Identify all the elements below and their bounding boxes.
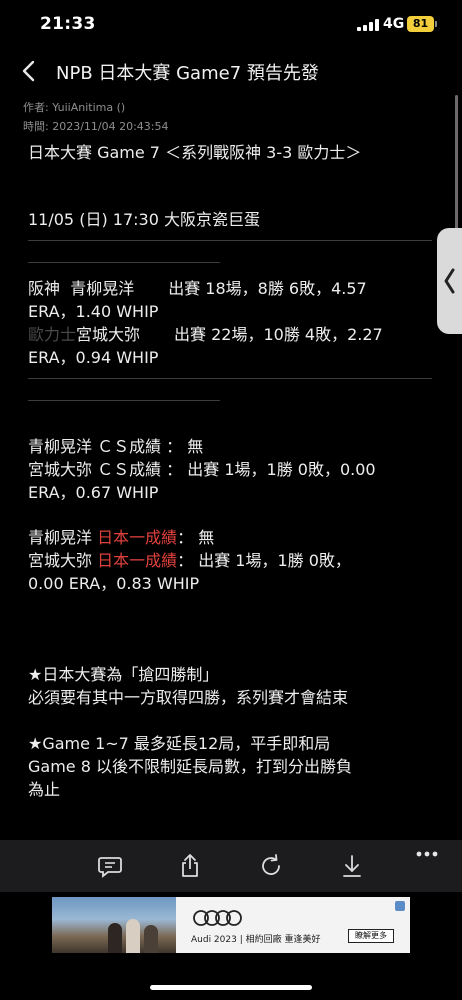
pitcher-stats: 出賽 22場，10勝 4敗，2.27 [174,325,383,344]
js-line-1: 青柳晃洋 日本一成績： 無 [28,528,214,548]
battery-icon: 81 [407,16,434,32]
more-icon [416,851,438,857]
ad-figure [144,925,158,953]
cs-line-3: ERA，0.67 WHIP [28,483,159,502]
japan-series-label: 日本一成績 [97,551,178,570]
scrollbar[interactable] [455,95,458,235]
chevron-left-icon [444,268,455,294]
nav-bar: NPB 日本大賽 Game7 預告先發 [0,50,462,92]
share-button[interactable] [176,852,204,880]
japan-series-value: ： 無 [177,528,215,547]
note-2-line-1: ★Game 1~7 最多延長12局，平手即和局 [28,734,331,753]
ad-banner[interactable]: Audi 2023 | 相約回廠 重逢美好 瞭解更多 [52,897,410,953]
orix-stats-cont: ERA，0.94 WHIP [28,348,159,367]
share-icon [182,854,198,877]
js-line-3: 0.00 ERA，0.83 WHIP [28,574,200,593]
ad-photo [52,897,176,953]
post-headline: 日本大賽 Game 7 ＜系列戰阪神 3-3 歐力士＞ [28,143,362,162]
status-time: 21:33 [40,14,96,34]
audi-logo-icon [193,910,242,926]
refresh-button[interactable] [257,852,285,880]
note-2-line-3: 為止 [28,780,61,799]
note-2-line-2: Game 8 以後不限制延長局數，打到分出勝負 [28,757,352,776]
status-bar: 21:33 4G 81 [0,0,462,50]
ad-figure [108,923,122,953]
comment-icon [98,857,122,878]
japan-series-value: ： 出賽 1場，1勝 0敗， [177,551,351,570]
pitcher-name: 青柳晃洋 [28,528,98,547]
bottom-toolbar [0,840,462,892]
battery-tip [435,21,437,27]
note-1-line-1: ★日本大賽為「搶四勝制」 [28,665,219,684]
refresh-icon [262,854,280,875]
divider [28,378,432,379]
ad-figure [126,919,140,953]
game-date-line: 11/05 (日) 17:30 大阪京瓷巨蛋 [28,210,260,229]
download-button[interactable] [338,852,366,880]
chevron-left-icon [22,60,35,82]
post-author: 作者: YuiiAnitima () [23,101,126,114]
team-name-orix: 歐力士 [28,325,77,344]
network-type: 4G [383,16,405,32]
ad-info-icon[interactable] [395,901,405,911]
divider [28,240,432,241]
comment-button[interactable] [96,852,124,880]
pitcher-name: 宮城大弥 [28,551,98,570]
article-content[interactable]: 作者: YuiiAnitima () 時間: 2023/11/04 20:43:… [0,92,462,840]
side-panel-tab[interactable] [437,228,462,334]
note-1-line-2: 必須要有其中一方取得四勝，系列賽才會結束 [28,688,349,707]
japan-series-label: 日本一成績 [97,528,178,547]
orix-starter: 歐力士宮城大弥 出賽 22場，10勝 4敗，2.27 [28,325,383,345]
page-title: NPB 日本大賽 Game7 預告先發 [56,63,319,84]
more-button[interactable] [413,842,441,870]
pitcher-stats: 出賽 18場，8勝 6敗，4.57 [168,279,367,298]
divider [28,400,220,401]
ad-brand-text: Audi 2023 | 相約回廠 重逢美好 [191,935,321,945]
cs-line-2: 宮城大弥 ＣＳ成績 ： 出賽 1場，1勝 0敗，0.00 [28,460,376,479]
post-time: 時間: 2023/11/04 20:43:54 [23,120,169,133]
js-line-2: 宮城大弥 日本一成績： 出賽 1場，1勝 0敗， [28,551,351,571]
back-button[interactable] [14,55,46,87]
divider [28,262,220,263]
cs-line-1: 青柳晃洋 ＣＳ成績 ： 無 [28,437,204,456]
hanshin-stats-cont: ERA，1.40 WHIP [28,302,159,321]
hanshin-starter: 阪神 青柳晃洋 出賽 18場，8勝 6敗，4.57 [28,279,367,299]
pitcher-name: 宮城大弥 [76,325,141,344]
signal-icon [357,19,379,31]
ad-learn-more-button[interactable]: 瞭解更多 [348,929,394,943]
pitcher-name: 青柳晃洋 [70,279,135,298]
team-name-hanshin: 阪神 [28,279,61,298]
download-icon [343,855,361,877]
home-indicator[interactable] [150,985,312,990]
